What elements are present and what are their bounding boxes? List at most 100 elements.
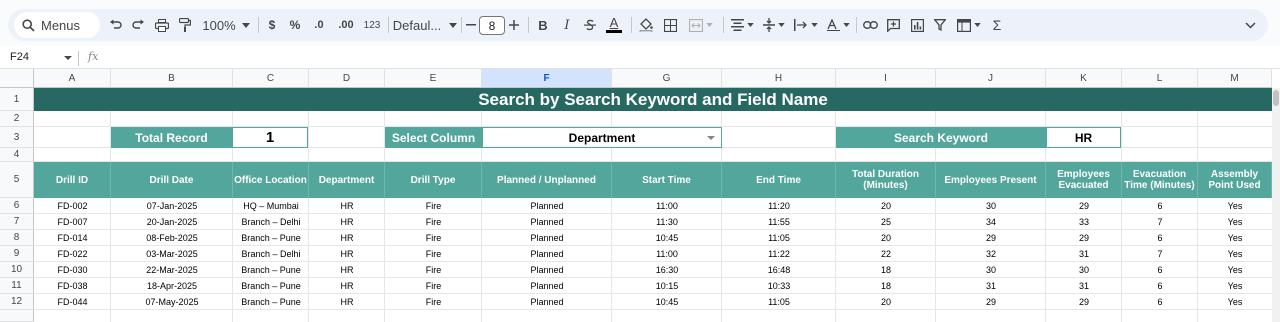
- row-header-11[interactable]: 11: [0, 278, 34, 294]
- table-cell[interactable]: 11:20: [722, 198, 836, 214]
- table-header-cell[interactable]: Drill Type: [385, 162, 482, 198]
- table-cell[interactable]: Yes: [1198, 214, 1272, 230]
- table-cell[interactable]: 11:05: [722, 230, 836, 246]
- table-cell[interactable]: 11:55: [722, 214, 836, 230]
- table-cell[interactable]: HR: [309, 230, 385, 246]
- table-cell[interactable]: FD-030: [34, 262, 111, 278]
- table-cell[interactable]: 6: [1122, 278, 1198, 294]
- table-cell[interactable]: 30: [936, 262, 1046, 278]
- table-cell[interactable]: 31: [1046, 278, 1122, 294]
- column-header-j[interactable]: J: [936, 69, 1046, 88]
- table-header-cell[interactable]: Office Location: [233, 162, 309, 198]
- table-header-cell[interactable]: Assembly Point Used: [1198, 162, 1272, 198]
- column-header-f[interactable]: F: [482, 69, 612, 88]
- table-cell[interactable]: 34: [936, 214, 1046, 230]
- row-header-8[interactable]: 8: [0, 230, 34, 246]
- table-cell[interactable]: Planned: [482, 294, 612, 310]
- borders-button[interactable]: [659, 9, 681, 41]
- table-cell[interactable]: Planned: [482, 246, 612, 262]
- currency-format-button[interactable]: $: [262, 9, 282, 41]
- name-box-dropdown-icon[interactable]: [64, 56, 72, 60]
- row-header-7[interactable]: 7: [0, 214, 34, 230]
- table-cell[interactable]: HR: [309, 262, 385, 278]
- column-header-g[interactable]: G: [612, 69, 722, 88]
- table-cell[interactable]: Fire: [385, 278, 482, 294]
- table-cell[interactable]: Fire: [385, 246, 482, 262]
- text-rotation-button[interactable]: [823, 9, 853, 41]
- table-cell[interactable]: 30: [936, 198, 1046, 214]
- select-all-corner[interactable]: [0, 69, 34, 88]
- table-cell[interactable]: Yes: [1198, 230, 1272, 246]
- font-size-input[interactable]: 8: [479, 16, 505, 35]
- table-cell[interactable]: 33: [1046, 214, 1122, 230]
- table-cell[interactable]: 7: [1122, 246, 1198, 262]
- font-family-select[interactable]: Defaul...: [393, 9, 458, 41]
- table-cell[interactable]: Planned: [482, 262, 612, 278]
- row-header-12[interactable]: 12: [0, 294, 34, 310]
- table-header-cell[interactable]: Drill Date: [111, 162, 233, 198]
- table-cell[interactable]: 03-Mar-2025: [111, 246, 233, 262]
- table-cell[interactable]: 30: [1046, 262, 1122, 278]
- table-header-cell[interactable]: Planned / Unplanned: [482, 162, 612, 198]
- table-cell[interactable]: 20: [836, 198, 936, 214]
- table-cell[interactable]: Branch – Delhi: [233, 214, 309, 230]
- table-cell[interactable]: Fire: [385, 230, 482, 246]
- table-cell[interactable]: 31: [936, 278, 1046, 294]
- table-cell[interactable]: 6: [1122, 262, 1198, 278]
- increase-font-size-button[interactable]: [507, 9, 521, 41]
- fill-color-button[interactable]: [635, 9, 657, 41]
- search-keyword-label[interactable]: Search Keyword: [836, 127, 1046, 148]
- bold-button[interactable]: B: [532, 9, 554, 41]
- table-cell[interactable]: 10:33: [722, 278, 836, 294]
- row-header-5[interactable]: 5: [0, 162, 34, 198]
- table-cell[interactable]: 11:00: [612, 198, 722, 214]
- table-cell[interactable]: HR: [309, 198, 385, 214]
- table-cell[interactable]: 07-Jan-2025: [111, 198, 233, 214]
- vertical-scrollbar-thumb[interactable]: [1273, 90, 1279, 106]
- table-cell[interactable]: 31: [1046, 246, 1122, 262]
- table-cell[interactable]: FD-014: [34, 230, 111, 246]
- table-cell[interactable]: 29: [1046, 294, 1122, 310]
- table-cell[interactable]: 22: [836, 246, 936, 262]
- table-cell[interactable]: 11:00: [612, 246, 722, 262]
- table-cell[interactable]: Branch – Pune: [233, 278, 309, 294]
- table-cell[interactable]: Planned: [482, 230, 612, 246]
- table-cell[interactable]: Yes: [1198, 246, 1272, 262]
- table-cell[interactable]: Yes: [1198, 294, 1272, 310]
- table-cell[interactable]: HR: [309, 294, 385, 310]
- table-cell[interactable]: Branch – Pune: [233, 262, 309, 278]
- row-header-2[interactable]: 2: [0, 111, 34, 127]
- decrease-decimal-button[interactable]: .0: [308, 9, 330, 41]
- table-cell[interactable]: 6: [1122, 198, 1198, 214]
- table-cell[interactable]: HQ – Mumbai: [233, 198, 309, 214]
- column-header-a[interactable]: A: [34, 69, 111, 88]
- percent-format-button[interactable]: %: [285, 9, 305, 41]
- select-column-dropdown[interactable]: Department: [482, 127, 722, 148]
- table-cell[interactable]: Yes: [1198, 262, 1272, 278]
- table-cell[interactable]: 11:22: [722, 246, 836, 262]
- table-cell[interactable]: 29: [936, 230, 1046, 246]
- name-box[interactable]: F24: [10, 51, 29, 63]
- table-cell[interactable]: Yes: [1198, 198, 1272, 214]
- insert-link-button[interactable]: [859, 9, 881, 41]
- table-cell[interactable]: 20: [836, 294, 936, 310]
- table-cell[interactable]: 25: [836, 214, 936, 230]
- total-record-value[interactable]: 1: [232, 127, 308, 148]
- decrease-font-size-button[interactable]: [464, 9, 478, 41]
- text-wrapping-button[interactable]: [791, 9, 821, 41]
- increase-decimal-button[interactable]: .00: [333, 9, 359, 41]
- table-cell[interactable]: 20: [836, 230, 936, 246]
- search-keyword-input[interactable]: HR: [1046, 127, 1121, 148]
- column-header-b[interactable]: B: [111, 69, 233, 88]
- table-cell[interactable]: Fire: [385, 294, 482, 310]
- table-cell[interactable]: 11:30: [612, 214, 722, 230]
- column-header-i[interactable]: I: [836, 69, 936, 88]
- paint-format-button[interactable]: [174, 9, 196, 41]
- row-header-10[interactable]: 10: [0, 262, 34, 278]
- row-header-9[interactable]: 9: [0, 246, 34, 262]
- sheet-title[interactable]: Search by Search Keyword and Field Name: [34, 88, 1272, 111]
- table-header-cell[interactable]: Start Time: [612, 162, 722, 198]
- column-header-e[interactable]: E: [385, 69, 482, 88]
- table-cell[interactable]: 32: [936, 246, 1046, 262]
- italic-button[interactable]: I: [556, 9, 578, 41]
